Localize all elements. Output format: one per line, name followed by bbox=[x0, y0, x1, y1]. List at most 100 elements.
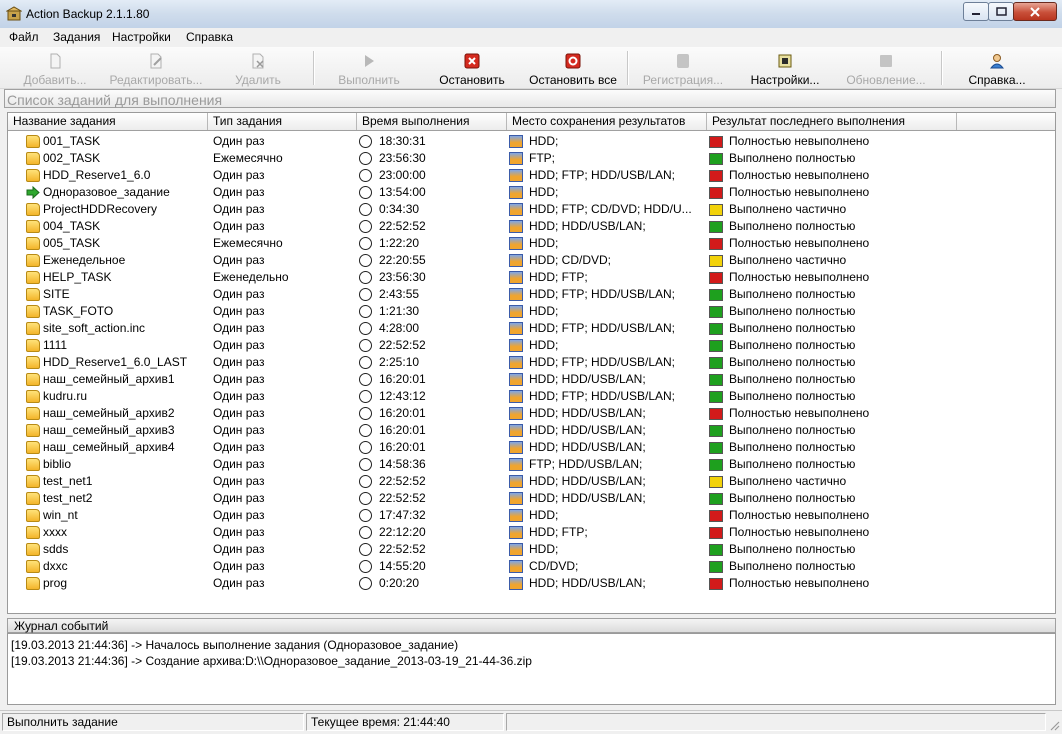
task-list-caption: Список заданий для выполнения bbox=[4, 89, 1056, 108]
table-row[interactable]: xxxx Один раз 22:12:20 HDD; FTP; Полностью н… bbox=[8, 524, 1055, 541]
stop-all-button[interactable]: Остановить все bbox=[526, 49, 620, 87]
clock-icon bbox=[359, 169, 372, 182]
task-result: Полностью невыполнено bbox=[729, 406, 870, 420]
task-type: Ежемесячно bbox=[213, 236, 283, 250]
add-button[interactable]: Добавить... bbox=[18, 49, 92, 87]
minimize-button[interactable] bbox=[963, 2, 989, 21]
stop-button[interactable]: Остановить bbox=[434, 49, 510, 87]
table-row[interactable]: prog Один раз 0:20:20 HDD; HDD/USB/LAN; Полн… bbox=[8, 575, 1055, 592]
menu-help[interactable]: Справка bbox=[186, 30, 233, 44]
table-row[interactable]: win_nt Один раз 17:47:32 HDD; Полностью невы… bbox=[8, 507, 1055, 524]
status-green-icon bbox=[709, 340, 723, 352]
task-time: 2:25:10 bbox=[379, 355, 420, 369]
column-header-result[interactable]: Результат последнего выполнения bbox=[707, 113, 957, 130]
task-result: Полностью невыполнено bbox=[729, 236, 870, 250]
task-time: 13:54:00 bbox=[379, 185, 426, 199]
task-name: Одноразовое_задание bbox=[43, 185, 170, 199]
edit-button[interactable]: Редактировать... bbox=[104, 49, 208, 87]
task-result: Выполнено полностью bbox=[729, 542, 856, 556]
folder-icon bbox=[26, 543, 40, 556]
close-button[interactable] bbox=[1013, 2, 1057, 21]
task-storage: HDD; HDD/USB/LAN; bbox=[529, 423, 646, 437]
table-row[interactable]: 001_TASK Один раз 18:30:31 HDD; Полностью не… bbox=[8, 133, 1055, 150]
task-result: Полностью невыполнено bbox=[729, 185, 870, 199]
task-type: Один раз bbox=[213, 474, 265, 488]
help-button[interactable]: Справка... bbox=[963, 49, 1031, 87]
status-yellow-icon bbox=[709, 255, 723, 267]
table-row[interactable]: site_soft_action.inc Один раз 4:28:00 HDD; … bbox=[8, 320, 1055, 337]
table-row[interactable]: dxxc Один раз 14:55:20 CD/DVD; Выполнено пол… bbox=[8, 558, 1055, 575]
table-row[interactable]: Одноразовое_задание Один раз 13:54:00 HDD; П… bbox=[8, 184, 1055, 201]
update-button[interactable]: Обновление... bbox=[843, 49, 929, 87]
delete-icon bbox=[252, 53, 264, 69]
storage-icon bbox=[509, 288, 523, 301]
table-row[interactable]: Еженедельное Один раз 22:20:55 HDD; CD/DVD;… bbox=[8, 252, 1055, 269]
status-green-icon bbox=[709, 425, 723, 437]
task-type: Один раз bbox=[213, 168, 265, 182]
status-red-icon bbox=[709, 527, 723, 539]
task-result: Полностью невыполнено bbox=[729, 168, 870, 182]
column-header-name[interactable]: Название задания bbox=[8, 113, 208, 130]
task-storage: HDD; bbox=[529, 508, 559, 522]
register-button[interactable]: Регистрация... bbox=[638, 49, 728, 87]
task-storage: HDD; bbox=[529, 304, 559, 318]
column-header-time[interactable]: Время выполнения bbox=[357, 113, 507, 130]
settings-button[interactable]: Настройки... bbox=[746, 49, 824, 87]
task-storage: HDD; bbox=[529, 134, 559, 148]
task-storage: HDD; HDD/USB/LAN; bbox=[529, 440, 646, 454]
folder-icon bbox=[26, 288, 40, 301]
maximize-button[interactable] bbox=[988, 2, 1014, 21]
table-row[interactable]: HDD_Reserve1_6.0 Один раз 23:00:00 HDD; FTP… bbox=[8, 167, 1055, 184]
table-row[interactable]: наш_семейный_архив4 Один раз 16:20:01 HDD; … bbox=[8, 439, 1055, 456]
menu-settings[interactable]: Настройки bbox=[112, 30, 171, 44]
task-storage: HDD; HDD/USB/LAN; bbox=[529, 372, 646, 386]
task-result: Выполнено частично bbox=[729, 474, 847, 488]
event-log[interactable]: [19.03.2013 21:44:36] -> Началось выполн… bbox=[7, 633, 1056, 705]
folder-icon bbox=[26, 458, 40, 471]
status-red-icon bbox=[709, 187, 723, 199]
run-button[interactable]: Выполнить bbox=[330, 49, 408, 87]
table-row[interactable]: test_net1 Один раз 22:52:52 HDD; HDD/USB/LA… bbox=[8, 473, 1055, 490]
folder-icon bbox=[26, 339, 40, 352]
table-row[interactable]: ProjectHDDRecovery Один раз 0:34:30 HDD; FT… bbox=[8, 201, 1055, 218]
table-row[interactable]: TASK_FOTO Один раз 1:21:30 HDD; Выполнено по… bbox=[8, 303, 1055, 320]
table-row[interactable]: 1111 Один раз 22:52:52 HDD; Выполнено полнос… bbox=[8, 337, 1055, 354]
task-table[interactable]: Название задания Тип задания Время выпол… bbox=[7, 112, 1056, 614]
table-row[interactable]: наш_семейный_архив3 Один раз 16:20:01 HDD; … bbox=[8, 422, 1055, 439]
menu-tasks[interactable]: Задания bbox=[53, 30, 100, 44]
table-row[interactable]: 002_TASK Ежемесячно 23:56:30 FTP; Выполнено … bbox=[8, 150, 1055, 167]
clock-icon bbox=[359, 322, 372, 335]
task-name: test_net1 bbox=[43, 474, 93, 488]
stop-icon bbox=[464, 53, 480, 69]
task-result: Выполнено полностью bbox=[729, 559, 856, 573]
task-type: Один раз bbox=[213, 287, 265, 301]
status-empty-panel bbox=[506, 713, 1046, 731]
task-name: dxxc bbox=[43, 559, 68, 573]
task-name: HDD_Reserve1_6.0_LAST bbox=[43, 355, 188, 369]
table-row[interactable]: наш_семейный_архив1 Один раз 16:20:01 HDD; … bbox=[8, 371, 1055, 388]
table-row[interactable]: HELP_TASK Еженедельно 23:56:30 HDD; FTP; Пол… bbox=[8, 269, 1055, 286]
table-row[interactable]: test_net2 Один раз 22:52:52 HDD; HDD/USB/LA… bbox=[8, 490, 1055, 507]
column-header-type[interactable]: Тип задания bbox=[208, 113, 357, 130]
table-row[interactable]: biblio Один раз 14:58:36 FTP; HDD/USB/LAN; В… bbox=[8, 456, 1055, 473]
toolbar: Добавить... Редактировать... Удалить Вып… bbox=[0, 47, 1062, 89]
window-title: Action Backup 2.1.1.80 bbox=[26, 7, 150, 21]
task-name: xxxx bbox=[43, 525, 67, 539]
table-row[interactable]: SITE Один раз 2:43:55 HDD; FTP; HDD/USB/LAN… bbox=[8, 286, 1055, 303]
table-row[interactable]: наш_семейный_архив2 Один раз 16:20:01 HDD; … bbox=[8, 405, 1055, 422]
table-row[interactable]: sdds Один раз 22:52:52 HDD; Выполнено полнос… bbox=[8, 541, 1055, 558]
delete-button[interactable]: Удалить bbox=[226, 49, 290, 87]
task-time: 16:20:01 bbox=[379, 440, 426, 454]
title-bar[interactable]: Action Backup 2.1.1.80 bbox=[0, 0, 1062, 29]
table-row[interactable]: 005_TASK Ежемесячно 1:22:20 HDD; Полностью н… bbox=[8, 235, 1055, 252]
table-row[interactable]: HDD_Reserve1_6.0_LAST Один раз 2:25:10 HDD;… bbox=[8, 354, 1055, 371]
column-header-storage[interactable]: Место сохранения результатов bbox=[507, 113, 707, 130]
resize-grip-icon[interactable] bbox=[1048, 719, 1060, 731]
menu-file[interactable]: Файл bbox=[9, 30, 39, 44]
storage-icon bbox=[509, 407, 523, 420]
storage-icon bbox=[509, 509, 523, 522]
status-green-icon bbox=[709, 323, 723, 335]
table-row[interactable]: kudru.ru Один раз 12:43:12 HDD; FTP; HDD/US… bbox=[8, 388, 1055, 405]
clock-icon bbox=[359, 441, 372, 454]
table-row[interactable]: 004_TASK Один раз 22:52:52 HDD; HDD/USB/LAN… bbox=[8, 218, 1055, 235]
